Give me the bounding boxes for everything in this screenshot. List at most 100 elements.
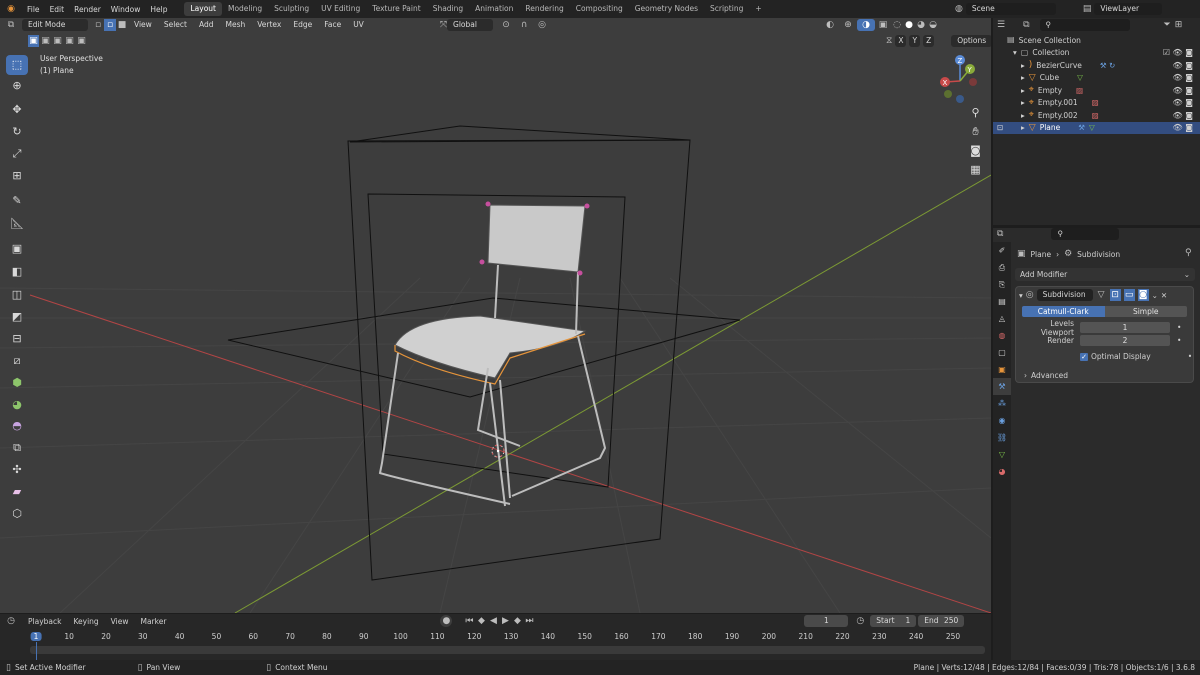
gizmo-toggle-icon[interactable]: ⊕ [839, 19, 857, 31]
tab-layout[interactable]: Layout [184, 2, 222, 16]
frame-ruler[interactable]: 1 10 20 30 40 50 60 70 80 90 100 110 120 130 140 150 160… [0, 630, 991, 644]
select-invert-icon[interactable]: ▣ [64, 35, 75, 47]
cursor-tool-icon[interactable]: ⊕ [6, 76, 28, 96]
mirror-y-toggle[interactable]: Y [909, 35, 921, 47]
shrink-fatten-tool-icon[interactable]: ✣ [6, 460, 28, 480]
optimal-display-checkbox[interactable]: ✓ [1080, 352, 1088, 361]
visibility-toggles[interactable]: 👁︎ ◙ [1173, 73, 1193, 82]
modifier-name-field[interactable]: Subdivision [1036, 289, 1093, 301]
edge-slide-tool-icon[interactable]: ⧉ [6, 438, 28, 458]
tab-rendering[interactable]: Rendering [519, 2, 569, 16]
poly-build-tool-icon[interactable]: ⬢ [6, 373, 28, 393]
menu-edit[interactable]: Edit [45, 5, 70, 14]
snap-icon[interactable]: ∩ [515, 19, 533, 31]
loop-cut-tool-icon[interactable]: ⊟ [6, 329, 28, 349]
scale-tool-icon[interactable]: ⤢ [6, 144, 28, 164]
viewport-menu-add[interactable]: Add [193, 20, 220, 29]
levels-viewport-field[interactable]: 1 [1080, 322, 1170, 333]
new-collection-icon[interactable]: ⊞ [1175, 19, 1183, 31]
mode-selector[interactable]: Edit Mode [22, 18, 88, 31]
viewport-menu-edge[interactable]: Edge [287, 20, 318, 29]
smooth-tool-icon[interactable]: ◓ [6, 416, 28, 436]
visibility-toggles[interactable]: 👁︎ ◙ [1173, 61, 1193, 70]
timeline-editor-icon[interactable]: ◷ [0, 615, 22, 627]
outliner-item-plane[interactable]: ⊡ ▸ ▽ Plane ⚒︎ ▽ 👁︎ ◙ [993, 121, 1200, 134]
3d-viewport[interactable]: Z X Y ⧉ Edit Mode ▫ ▫ ■ View Select Add … [0, 18, 991, 613]
expand-arrow-icon[interactable]: ▸ [1021, 73, 1025, 82]
tool-tab-icon[interactable]: ✐ [993, 242, 1011, 259]
perspective-toggle-icon[interactable]: ▦ [967, 161, 984, 178]
timeline-menu-keying[interactable]: Keying [67, 617, 104, 626]
catmull-clark-tab[interactable]: Catmull-Clark [1022, 306, 1105, 317]
tab-shading[interactable]: Shading [427, 2, 469, 16]
visibility-toggles[interactable]: 👁︎ ◙ [1173, 86, 1193, 95]
knife-tool-icon[interactable]: ⧄ [6, 351, 28, 371]
menu-help[interactable]: Help [145, 5, 172, 14]
modifier-menu-icon[interactable]: ⌄ [1152, 291, 1158, 300]
camera-view-icon[interactable]: ◙ [967, 142, 984, 159]
render-levels-field[interactable]: 2 [1080, 335, 1170, 346]
end-frame-field[interactable]: End 250 [918, 615, 965, 627]
menu-file[interactable]: File [22, 5, 45, 14]
proportional-edit-icon[interactable]: ◎ [533, 19, 551, 31]
material-shading-icon[interactable]: ◕ [915, 19, 927, 31]
expand-arrow-icon[interactable]: ▾ [1013, 48, 1017, 57]
viewport-menu-mesh[interactable]: Mesh [219, 20, 251, 29]
outliner-editor-icon[interactable]: ☰ [997, 19, 1005, 31]
stopwatch-icon[interactable]: ◷ [856, 615, 864, 627]
menu-window[interactable]: Window [106, 5, 146, 14]
solid-shading-icon[interactable]: ● [903, 19, 915, 31]
collection-row[interactable]: ▾ ▢ Collection ☑ 👁︎ ◙ [1007, 47, 1200, 60]
jump-start-icon[interactable]: ⏮ [464, 615, 474, 627]
timeline-menu-marker[interactable]: Marker [134, 617, 172, 626]
viewport-menu-view[interactable]: View [128, 20, 158, 29]
output-tab-icon[interactable]: ⎘ [993, 276, 1011, 293]
select-new-icon[interactable]: ▣ [28, 35, 39, 47]
modifier-tab-icon[interactable]: ⚒︎ [993, 378, 1011, 395]
rendered-shading-icon[interactable]: ◒ [927, 19, 939, 31]
expand-arrow-icon[interactable]: ▸ [1021, 61, 1025, 70]
add-modifier-dropdown[interactable]: Add Modifier ⌄ [1015, 268, 1195, 281]
jump-end-icon[interactable]: ⏭ [524, 615, 534, 627]
xray-toggle-icon[interactable]: ▣ [875, 19, 891, 31]
timeline-menu-playback[interactable]: Playback [22, 617, 67, 626]
select-extend-icon[interactable]: ▣ [40, 35, 51, 47]
material-tab-icon[interactable]: ◕ [993, 463, 1011, 480]
viewport-menu-vertex[interactable]: Vertex [251, 20, 287, 29]
tab-sculpting[interactable]: Sculpting [268, 2, 315, 16]
outliner-search-input[interactable]: ⚲ [1039, 19, 1130, 31]
scene-collection-row[interactable]: ▤ Scene Collection [1007, 34, 1200, 47]
vertex-select-icon[interactable]: ▫ [92, 19, 104, 31]
inset-tool-icon[interactable]: ◫ [6, 285, 28, 305]
menu-render[interactable]: Render [69, 5, 106, 14]
blender-logo-icon[interactable]: ◉ [0, 3, 22, 15]
scene-tab-icon[interactable]: ◬ [993, 310, 1011, 327]
bevel-tool-icon[interactable]: ◩ [6, 307, 28, 327]
extrude-tool-icon[interactable]: ◧ [6, 262, 28, 282]
viewport-visibility-icon[interactable]: ◐ [821, 19, 839, 31]
timeline-scrollbar[interactable] [30, 646, 985, 654]
options-dropdown[interactable]: Options [951, 35, 991, 47]
outliner-item-beziercurve[interactable]: ▸ ) BezierCurve ⚒︎ ↻ 👁︎ ◙ [1007, 59, 1200, 72]
tab-modeling[interactable]: Modeling [222, 2, 268, 16]
viewport-menu-select[interactable]: Select [158, 20, 193, 29]
zoom-icon[interactable]: ⚲ [967, 104, 984, 121]
select-subtract-icon[interactable]: ▣ [52, 35, 63, 47]
spin-tool-icon[interactable]: ◕ [6, 395, 28, 415]
keyframe-dot-icon[interactable]: • [1188, 352, 1192, 361]
filter-icon[interactable]: ⏷ [1164, 19, 1171, 31]
properties-editor-icon[interactable]: ⧉ [997, 228, 1003, 240]
visibility-toggles[interactable]: 👁︎ ◙ [1173, 111, 1193, 120]
view-layer-selector[interactable]: ViewLayer [1094, 3, 1163, 15]
data-tab-icon[interactable]: ▽ [993, 446, 1011, 463]
prev-keyframe-icon[interactable]: ◆ [476, 615, 486, 627]
orientation-selector[interactable]: Global [447, 18, 494, 31]
outliner-item-empty-001[interactable]: ▸ ⌖ Empty.001 ▨ 👁︎ ◙ [1007, 97, 1200, 110]
visibility-toggles[interactable]: 👁︎ ◙ [1173, 123, 1193, 132]
display-mode-icon[interactable]: ⧉ [1023, 19, 1029, 31]
play-icon[interactable]: ▶ [500, 615, 510, 627]
visibility-toggles[interactable]: 👁︎ ◙ [1173, 98, 1193, 107]
outliner-item-empty-002[interactable]: ▸ ⌖ Empty.002 ▨ 👁︎ ◙ [1007, 109, 1200, 122]
outliner-item-empty[interactable]: ▸ ⌖ Empty ▨ 👁︎ ◙ [1007, 84, 1200, 97]
advanced-subpanel[interactable]: › Advanced [1016, 371, 1193, 380]
